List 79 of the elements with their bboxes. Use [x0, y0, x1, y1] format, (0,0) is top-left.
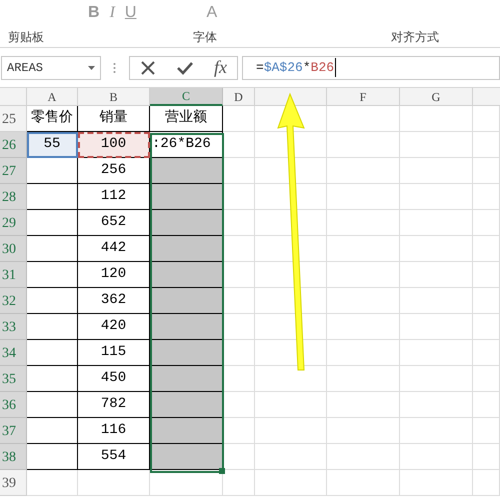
- column-header[interactable]: [473, 88, 500, 106]
- row-header[interactable]: 33: [0, 314, 27, 340]
- empty-cell: [255, 418, 327, 444]
- empty-cell: [473, 470, 500, 496]
- column-header[interactable]: F: [327, 88, 400, 106]
- table-cell: 112: [78, 184, 150, 210]
- column-header[interactable]: C: [150, 88, 223, 106]
- empty-cell: [78, 470, 150, 496]
- empty-cell: [473, 184, 500, 210]
- name-box[interactable]: AREAS: [1, 56, 101, 80]
- row-header[interactable]: 32: [0, 288, 27, 314]
- dropdown-icon: [88, 66, 95, 70]
- more-options-icon: [113, 62, 116, 74]
- group-label: 剪贴板: [7, 29, 45, 46]
- group-label: 字体: [192, 29, 218, 46]
- confirm-icon[interactable]: [176, 60, 194, 76]
- empty-cell: [255, 392, 327, 418]
- formula-text: =$A$26*B26: [256, 58, 336, 78]
- empty-cell: [255, 444, 327, 470]
- empty-cell: [473, 366, 500, 392]
- empty-cell: [473, 392, 500, 418]
- column-header[interactable]: A: [27, 88, 78, 106]
- group-label: 对齐方式: [390, 29, 440, 46]
- font-color-button[interactable]: A: [206, 1, 218, 25]
- table-cell: 652: [78, 210, 150, 236]
- column-header[interactable]: G: [400, 88, 473, 106]
- table-cell: 115: [78, 340, 150, 366]
- insert-function-button[interactable]: fx: [214, 54, 227, 81]
- row-header[interactable]: 35: [0, 366, 27, 392]
- table-cell: 零售价: [27, 106, 78, 132]
- empty-cell: [473, 314, 500, 340]
- empty-cell: [473, 418, 500, 444]
- row-header[interactable]: 27: [0, 158, 27, 184]
- empty-cell: [473, 262, 500, 288]
- empty-cell: [255, 470, 327, 496]
- empty-cell: [473, 288, 500, 314]
- column-header[interactable]: [255, 88, 327, 106]
- empty-cell: [223, 132, 255, 158]
- row-header[interactable]: 34: [0, 340, 27, 366]
- column-header[interactable]: B: [78, 88, 150, 106]
- row-header[interactable]: 28: [0, 184, 27, 210]
- table-cell: 116: [78, 418, 150, 444]
- empty-cell: [473, 236, 500, 262]
- empty-cell: [473, 340, 500, 366]
- formula-field[interactable]: =$A$26*B26: [242, 56, 500, 80]
- table-cell: 782: [78, 392, 150, 418]
- table-cell: 营业额: [150, 106, 223, 132]
- column-header[interactable]: D: [223, 88, 255, 106]
- underline-button[interactable]: U: [124, 1, 136, 25]
- bold-button[interactable]: B: [88, 1, 100, 25]
- italic-button[interactable]: I: [110, 1, 115, 25]
- table-cell: 442: [78, 236, 150, 262]
- row-header[interactable]: 36: [0, 392, 27, 418]
- empty-cell: [473, 444, 500, 470]
- table-cell: 55: [27, 132, 78, 158]
- table-cell: 554: [78, 444, 150, 470]
- cancel-icon[interactable]: [140, 60, 156, 76]
- table-cell: 450: [78, 366, 150, 392]
- table-cell: 362: [78, 288, 150, 314]
- row-header[interactable]: 29: [0, 210, 27, 236]
- empty-cell: [473, 132, 500, 158]
- table-cell: 420: [78, 314, 150, 340]
- table-cell: 256: [78, 158, 150, 184]
- table-cell: 销量: [78, 106, 150, 132]
- row-header[interactable]: 26: [0, 132, 27, 158]
- row-header[interactable]: 30: [0, 236, 27, 262]
- fill-handle[interactable]: [219, 468, 225, 474]
- row-header[interactable]: 37: [0, 418, 27, 444]
- table-cell: 120: [78, 262, 150, 288]
- row-header[interactable]: 38: [0, 444, 27, 470]
- empty-cell: [473, 106, 500, 132]
- select-all-corner[interactable]: [0, 88, 27, 106]
- row-header[interactable]: 39: [0, 470, 27, 496]
- empty-cell: [473, 158, 500, 184]
- row-header[interactable]: 31: [0, 262, 27, 288]
- table-cell: 100: [78, 132, 150, 158]
- empty-cell: [223, 106, 255, 132]
- empty-cell: [473, 210, 500, 236]
- row-header[interactable]: 25: [0, 106, 27, 132]
